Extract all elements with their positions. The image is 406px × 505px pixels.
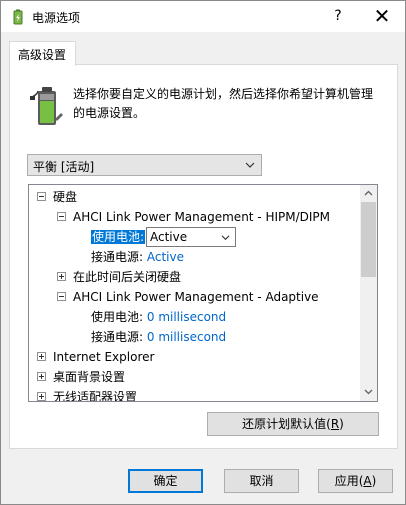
ok-button[interactable]: 确定 bbox=[128, 469, 203, 493]
on-battery-select[interactable]: Active bbox=[146, 227, 236, 247]
apply-button[interactable]: 应用(A) bbox=[318, 469, 393, 493]
expand-toggle-icon[interactable] bbox=[37, 392, 46, 401]
tree-setting-adaptive-battery[interactable]: 使用电池: 0 millisecond bbox=[91, 307, 226, 327]
expand-toggle-icon[interactable] bbox=[37, 352, 46, 361]
restore-label-end: ) bbox=[339, 417, 344, 431]
adaptive-battery-label: 使用电池: bbox=[91, 310, 144, 324]
close-button[interactable]: ✕ bbox=[359, 1, 405, 32]
tree-item-label: AHCI Link Power Management - HIPM/DIPM bbox=[73, 210, 331, 224]
expand-toggle-icon[interactable] bbox=[57, 272, 66, 281]
plugged-in-label: 接通电源: bbox=[91, 250, 144, 264]
chevron-down-icon bbox=[221, 235, 230, 241]
power-battery-icon bbox=[13, 9, 23, 25]
adaptive-plugged-label: 接通电源: bbox=[91, 330, 144, 344]
tree-setting-adaptive-plugged[interactable]: 接通电源: 0 millisecond bbox=[91, 327, 226, 347]
restore-defaults-button[interactable]: 还原计划默认值(R) bbox=[207, 412, 379, 436]
description-text: 选择你要自定义的电源计划，然后选择你希望计算机管理的电源设置。 bbox=[73, 87, 374, 120]
tree-setting-on-battery[interactable]: 使用电池: bbox=[91, 227, 146, 247]
adaptive-battery-value[interactable]: 0 millisecond bbox=[147, 310, 226, 324]
collapse-toggle-icon[interactable] bbox=[57, 292, 66, 301]
scroll-down-icon[interactable] bbox=[364, 387, 373, 396]
cancel-button[interactable]: 取消 bbox=[224, 469, 299, 493]
power-options-dialog: 电源选项 ? ✕ 高级设置 选择你要自定义的电源计划，然后选择你希望计算机管理的… bbox=[0, 0, 406, 505]
collapse-toggle-icon[interactable] bbox=[37, 192, 46, 201]
tree-item-label: 无线适配器设置 bbox=[53, 390, 138, 402]
help-button[interactable]: ? bbox=[321, 1, 355, 32]
scroll-up-icon[interactable] bbox=[364, 189, 373, 198]
on-battery-value: Active bbox=[150, 230, 188, 244]
tab-advanced-settings[interactable]: 高级设置 bbox=[9, 41, 76, 66]
power-plan-select[interactable]: 平衡 [活动] bbox=[27, 154, 262, 176]
settings-tree[interactable]: 硬盘 AHCI Link Power Management - HIPM/DIP… bbox=[28, 184, 378, 402]
window-title: 电源选项 bbox=[32, 11, 81, 25]
apply-accesskey: A bbox=[363, 474, 372, 488]
apply-label: 应用( bbox=[334, 474, 364, 488]
expand-toggle-icon[interactable] bbox=[37, 372, 46, 381]
adaptive-plugged-value[interactable]: 0 millisecond bbox=[147, 330, 226, 344]
vertical-scrollbar[interactable] bbox=[360, 185, 377, 401]
tree-item-label: Internet Explorer bbox=[53, 350, 155, 364]
collapse-toggle-icon[interactable] bbox=[57, 212, 66, 221]
tree-item-label: 桌面背景设置 bbox=[53, 370, 126, 384]
restore-label: 还原计划默认值( bbox=[242, 417, 331, 431]
chevron-down-icon bbox=[245, 162, 255, 168]
tree-item-label: 硬盘 bbox=[53, 190, 78, 204]
battery-plug-icon bbox=[30, 87, 63, 125]
tree-setting-plugged-in[interactable]: 接通电源: Active bbox=[91, 247, 184, 267]
scrollbar-thumb[interactable] bbox=[361, 202, 376, 277]
tree-item-label: 在此时间后关闭硬盘 bbox=[73, 270, 182, 284]
power-plan-value: 平衡 [活动] bbox=[33, 160, 95, 174]
plugged-in-value[interactable]: Active bbox=[147, 250, 184, 264]
on-battery-label: 使用电池: bbox=[91, 230, 146, 244]
tree-item-label: AHCI Link Power Management - Adaptive bbox=[73, 290, 319, 304]
tab-label: 高级设置 bbox=[18, 48, 67, 62]
title-bar[interactable]: 电源选项 ? ✕ bbox=[1, 1, 405, 32]
restore-accesskey: R bbox=[330, 417, 340, 431]
apply-label-end: ) bbox=[371, 474, 377, 488]
